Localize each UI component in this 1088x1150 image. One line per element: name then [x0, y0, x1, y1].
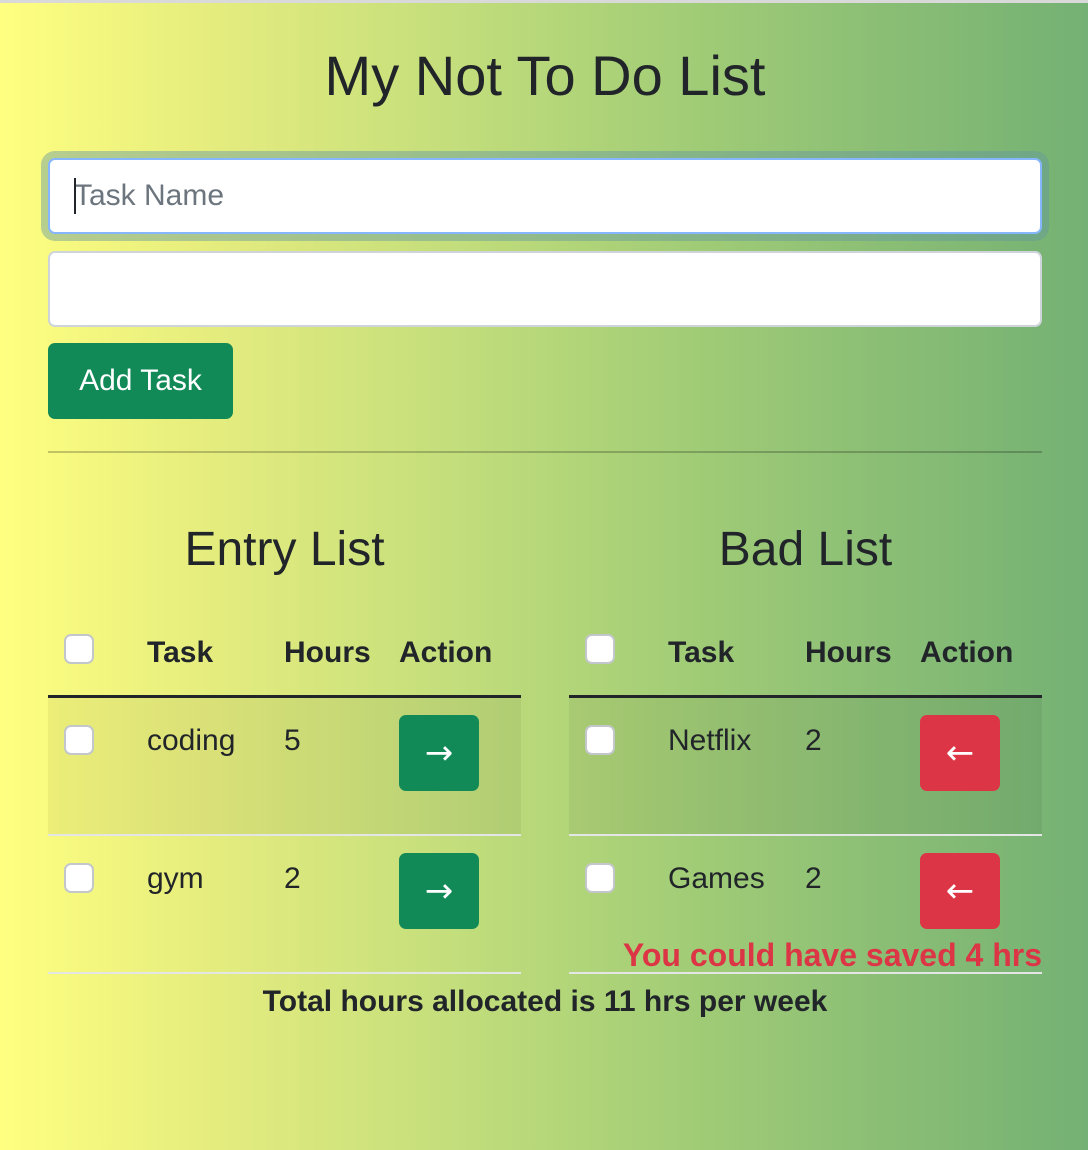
entry-row-check-cell	[48, 696, 147, 836]
entry-list-row: coding 5 →	[48, 696, 521, 836]
entry-select-all-cell	[48, 611, 147, 698]
bad-list-row: Netflix 2 ←	[569, 696, 1042, 836]
entry-task-header: Task	[147, 611, 284, 698]
entry-action-header: Action	[399, 611, 521, 698]
task-name-input[interactable]	[48, 158, 1042, 234]
arrow-left-icon: ←	[945, 871, 975, 911]
bad-select-all-cell	[569, 611, 668, 698]
bad-row-checkbox[interactable]	[585, 863, 615, 893]
bad-hours-header: Hours	[805, 611, 920, 698]
entry-list-table: Task Hours Action coding 5 → gym 2 →	[48, 611, 521, 974]
bad-select-all-checkbox[interactable]	[585, 634, 615, 664]
entry-row-hours: 2	[284, 835, 399, 974]
entry-row-checkbox[interactable]	[64, 725, 94, 755]
total-hours-message: Total hours allocated is 11 hrs per week	[262, 985, 828, 1018]
section-divider	[48, 451, 1042, 453]
bad-row-hours: 2	[805, 696, 920, 836]
entry-select-all-checkbox[interactable]	[64, 634, 94, 664]
move-to-entry-list-button[interactable]: ←	[920, 853, 1000, 929]
bad-list-header-row: Task Hours Action	[569, 611, 1042, 698]
bad-row-checkbox[interactable]	[585, 725, 615, 755]
entry-row-task: gym	[147, 835, 284, 974]
entry-list-row: gym 2 →	[48, 835, 521, 974]
entry-list-title: Entry List	[184, 523, 385, 576]
move-to-bad-list-button[interactable]: →	[399, 715, 479, 791]
text-cursor	[74, 178, 76, 214]
bad-list-title: Bad List	[718, 523, 893, 576]
add-task-button[interactable]: Add Task	[48, 343, 233, 419]
entry-list-header-row: Task Hours Action	[48, 611, 521, 698]
entry-row-action-cell: →	[399, 835, 521, 974]
bad-row-action-cell: ←	[920, 696, 1042, 836]
bad-list-table: Task Hours Action Netflix 2 ← Games 2 ←	[569, 611, 1042, 974]
move-to-entry-list-button[interactable]: ←	[920, 715, 1000, 791]
move-to-bad-list-button[interactable]: →	[399, 853, 479, 929]
main-container: My Not To Do List Add Task Entry List Ta…	[48, 3, 1042, 1018]
arrow-right-icon: →	[424, 871, 454, 911]
bad-row-task: Netflix	[668, 696, 805, 836]
entry-row-task: coding	[147, 696, 284, 836]
arrow-right-icon: →	[424, 733, 454, 773]
task-hours-input[interactable]	[48, 251, 1042, 327]
entry-row-checkbox[interactable]	[64, 863, 94, 893]
bad-task-header: Task	[668, 611, 805, 698]
entry-hours-header: Hours	[284, 611, 399, 698]
entry-list-panel: Entry List Task Hours Action coding 5 → …	[48, 519, 521, 974]
bad-list-panel: Bad List Task Hours Action Netflix 2 ← G…	[569, 519, 1042, 974]
arrow-left-icon: ←	[945, 733, 975, 773]
page-title: My Not To Do List	[324, 44, 766, 107]
bad-row-check-cell	[569, 696, 668, 836]
app-page: My Not To Do List Add Task Entry List Ta…	[0, 0, 1088, 1150]
entry-row-action-cell: →	[399, 696, 521, 836]
entry-row-hours: 5	[284, 696, 399, 836]
bad-action-header: Action	[920, 611, 1042, 698]
entry-row-check-cell	[48, 835, 147, 974]
saved-hours-message: You could have saved 4 hrs	[622, 937, 1042, 973]
